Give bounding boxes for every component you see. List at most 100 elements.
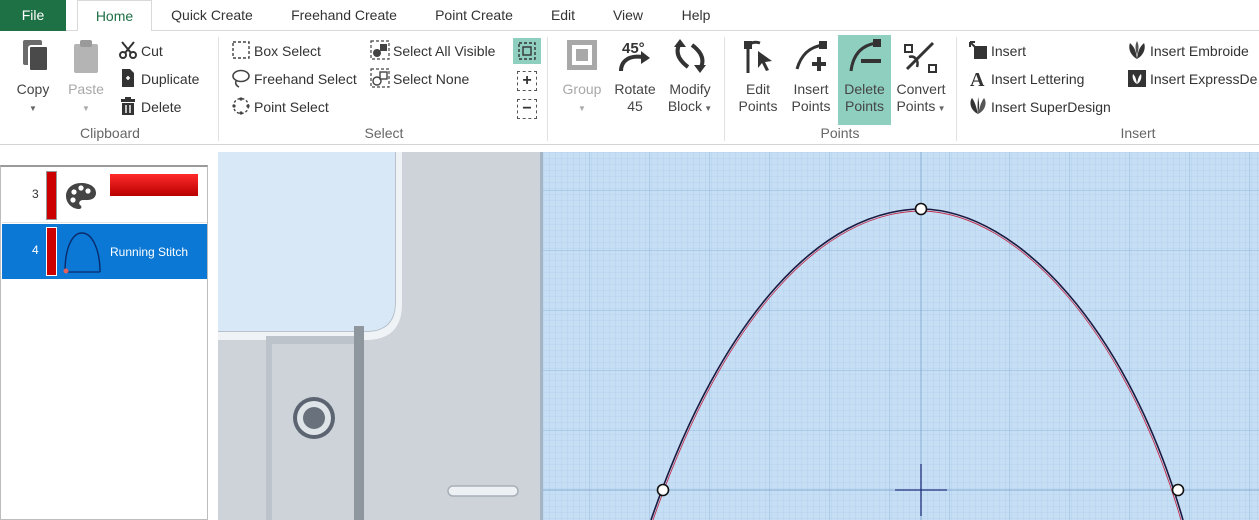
cut-label: Cut bbox=[141, 43, 163, 59]
layer-row[interactable]: 3 bbox=[2, 168, 207, 223]
select-replace-icon bbox=[518, 42, 536, 60]
edit-points-icon bbox=[744, 40, 772, 73]
insert-points-label-1: Insert bbox=[793, 81, 829, 97]
delete-points-label-2: Points bbox=[845, 98, 884, 114]
cut-button[interactable]: Cut bbox=[118, 39, 163, 63]
design-canvas[interactable] bbox=[543, 152, 1259, 520]
paste-label: Paste bbox=[68, 81, 104, 97]
insert-points-label-2: Points bbox=[791, 98, 831, 114]
layers-panel: 3 4 Running Stitch bbox=[0, 165, 208, 520]
group-label: Group bbox=[562, 81, 602, 97]
modify-label-1: Modify bbox=[669, 81, 711, 97]
freehand-select-button[interactable]: Freehand Select bbox=[231, 67, 357, 91]
insert-points-button[interactable]: Insert Points bbox=[786, 35, 836, 125]
layer-number: 4 bbox=[32, 243, 39, 257]
select-none-icon bbox=[370, 68, 390, 88]
curve-point-handle[interactable] bbox=[914, 202, 928, 216]
edit-points-label-2: Points bbox=[738, 98, 778, 114]
convert-points-dropdown-icon[interactable]: ▼ bbox=[935, 104, 946, 113]
duplicate-label: Duplicate bbox=[141, 71, 200, 87]
delete-points-button[interactable]: Delete Points bbox=[838, 35, 891, 125]
select-all-visible-button[interactable]: Select All Visible bbox=[370, 39, 495, 63]
paste-icon bbox=[74, 40, 98, 73]
svg-text:A: A bbox=[970, 69, 985, 88]
rotate-45-icon: 45° bbox=[619, 40, 650, 72]
edit-points-button[interactable]: Edit Points bbox=[732, 35, 784, 125]
layer-row-selected[interactable]: 4 Running Stitch bbox=[2, 224, 207, 279]
insert-expressdesign-button[interactable]: Insert ExpressDe bbox=[1127, 67, 1257, 91]
select-all-icon bbox=[370, 40, 390, 60]
trash-icon bbox=[121, 97, 135, 115]
insert-lettering-label: Insert Lettering bbox=[991, 71, 1085, 87]
edit-points-label-1: Edit bbox=[745, 81, 771, 97]
app-window: File Home Quick Create Freehand Create P… bbox=[0, 0, 1259, 520]
curve-point-handle[interactable] bbox=[656, 483, 670, 497]
freehand-select-label: Freehand Select bbox=[254, 71, 357, 87]
select-none-button[interactable]: Select None bbox=[370, 67, 469, 91]
embroidery-icon bbox=[1129, 41, 1145, 59]
group-button[interactable]: Group ▼ bbox=[558, 35, 606, 125]
design-workspace[interactable] bbox=[540, 152, 1259, 520]
tab-home[interactable]: Home bbox=[77, 0, 152, 32]
select-all-visible-label: Select All Visible bbox=[393, 43, 496, 59]
select-none-label: Select None bbox=[393, 71, 470, 87]
copy-dropdown-icon[interactable]: ▼ bbox=[29, 104, 37, 113]
lettering-icon: A bbox=[970, 69, 985, 88]
hoop-frame bbox=[218, 152, 519, 520]
delete-button[interactable]: Delete bbox=[118, 95, 181, 119]
group-dropdown-icon[interactable]: ▼ bbox=[578, 104, 586, 113]
tab-file[interactable]: File bbox=[0, 0, 66, 31]
tab-view[interactable]: View bbox=[602, 0, 654, 31]
lasso-icon bbox=[232, 69, 250, 88]
convert-points-label-2: Points bbox=[896, 98, 936, 114]
paste-button[interactable]: Paste ▼ bbox=[62, 35, 110, 125]
rotate-label-2: 45 bbox=[627, 98, 643, 114]
convert-points-label-1: Convert bbox=[896, 81, 946, 97]
superdesign-icon bbox=[970, 97, 986, 114]
layer-color-swatch bbox=[46, 171, 57, 220]
select-mode-add-icon[interactable]: + bbox=[517, 71, 537, 91]
duplicate-button[interactable]: Duplicate bbox=[118, 67, 199, 91]
point-select-icon bbox=[232, 97, 250, 115]
expressdesign-icon bbox=[1128, 70, 1146, 87]
insert-embroidery-button[interactable]: Insert Embroide bbox=[1127, 39, 1249, 63]
copy-icon bbox=[23, 40, 49, 72]
select-group-label: Select bbox=[364, 125, 404, 141]
insert-lettering-button[interactable]: A Insert Lettering bbox=[968, 67, 1084, 91]
scissors-icon bbox=[119, 41, 137, 59]
box-select-button[interactable]: Box Select bbox=[231, 39, 321, 63]
point-select-button[interactable]: Point Select bbox=[231, 95, 329, 119]
insert-points-icon bbox=[795, 41, 827, 71]
tab-edit[interactable]: Edit bbox=[540, 0, 586, 31]
ribbon-separator bbox=[218, 37, 219, 141]
delete-points-icon bbox=[849, 39, 881, 72]
modify-dropdown-icon[interactable]: ▼ bbox=[702, 104, 712, 113]
rotate-45-button[interactable]: 45° Rotate 45 bbox=[610, 35, 660, 125]
tab-help[interactable]: Help bbox=[670, 0, 722, 31]
ribbon: Copy ▼ Paste ▼ Cut Duplicate Delete Clip… bbox=[0, 31, 1259, 145]
layer-name: Running Stitch bbox=[110, 245, 189, 259]
insert-superdesign-button[interactable]: Insert SuperDesign bbox=[968, 95, 1111, 119]
modify-block-icon bbox=[674, 39, 706, 73]
copy-button[interactable]: Copy ▼ bbox=[8, 35, 58, 125]
ribbon-separator bbox=[956, 37, 957, 141]
insert-button[interactable]: Insert bbox=[968, 39, 1026, 63]
select-mode-subtract-icon[interactable]: − bbox=[517, 99, 537, 119]
point-select-label: Point Select bbox=[254, 99, 329, 115]
layer-color-preview bbox=[110, 174, 198, 196]
delete-label: Delete bbox=[141, 99, 182, 115]
modify-label-2: Block bbox=[667, 98, 703, 114]
box-select-icon bbox=[232, 41, 250, 59]
tab-freehand-create[interactable]: Freehand Create bbox=[278, 0, 410, 31]
tab-quick-create[interactable]: Quick Create bbox=[160, 0, 264, 31]
convert-points-button[interactable]: Convert Points ▼ bbox=[892, 35, 950, 125]
curve-point-handle[interactable] bbox=[1171, 483, 1185, 497]
delete-points-label-1: Delete bbox=[844, 81, 885, 97]
modify-block-button[interactable]: Modify Block ▼ bbox=[662, 35, 718, 125]
insert-superdesign-label: Insert SuperDesign bbox=[991, 99, 1111, 115]
ribbon-separator bbox=[724, 37, 725, 141]
paste-dropdown-icon[interactable]: ▼ bbox=[82, 104, 90, 113]
tab-point-create[interactable]: Point Create bbox=[424, 0, 524, 31]
select-mode-replace-button[interactable] bbox=[513, 38, 541, 64]
duplicate-icon bbox=[122, 69, 134, 87]
